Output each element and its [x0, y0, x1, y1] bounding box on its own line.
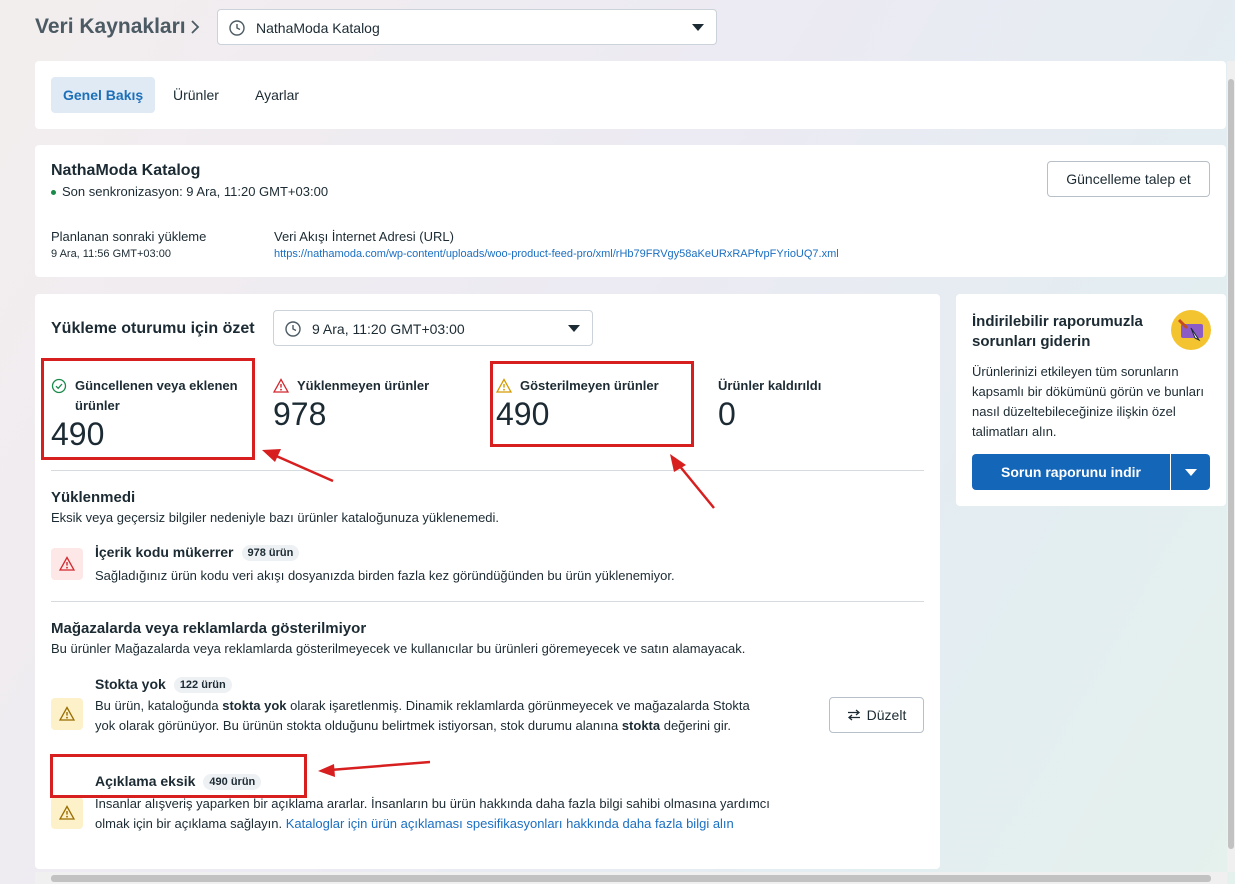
- annotation-arrows: [262, 449, 715, 777]
- vertical-scrollbar[interactable]: [1227, 61, 1235, 872]
- scrollbar-thumb[interactable]: [1228, 79, 1234, 849]
- annotation-arrow: [262, 449, 715, 777]
- scrollbar-thumb[interactable]: [51, 875, 1211, 882]
- horizontal-scrollbar[interactable]: [35, 872, 1227, 884]
